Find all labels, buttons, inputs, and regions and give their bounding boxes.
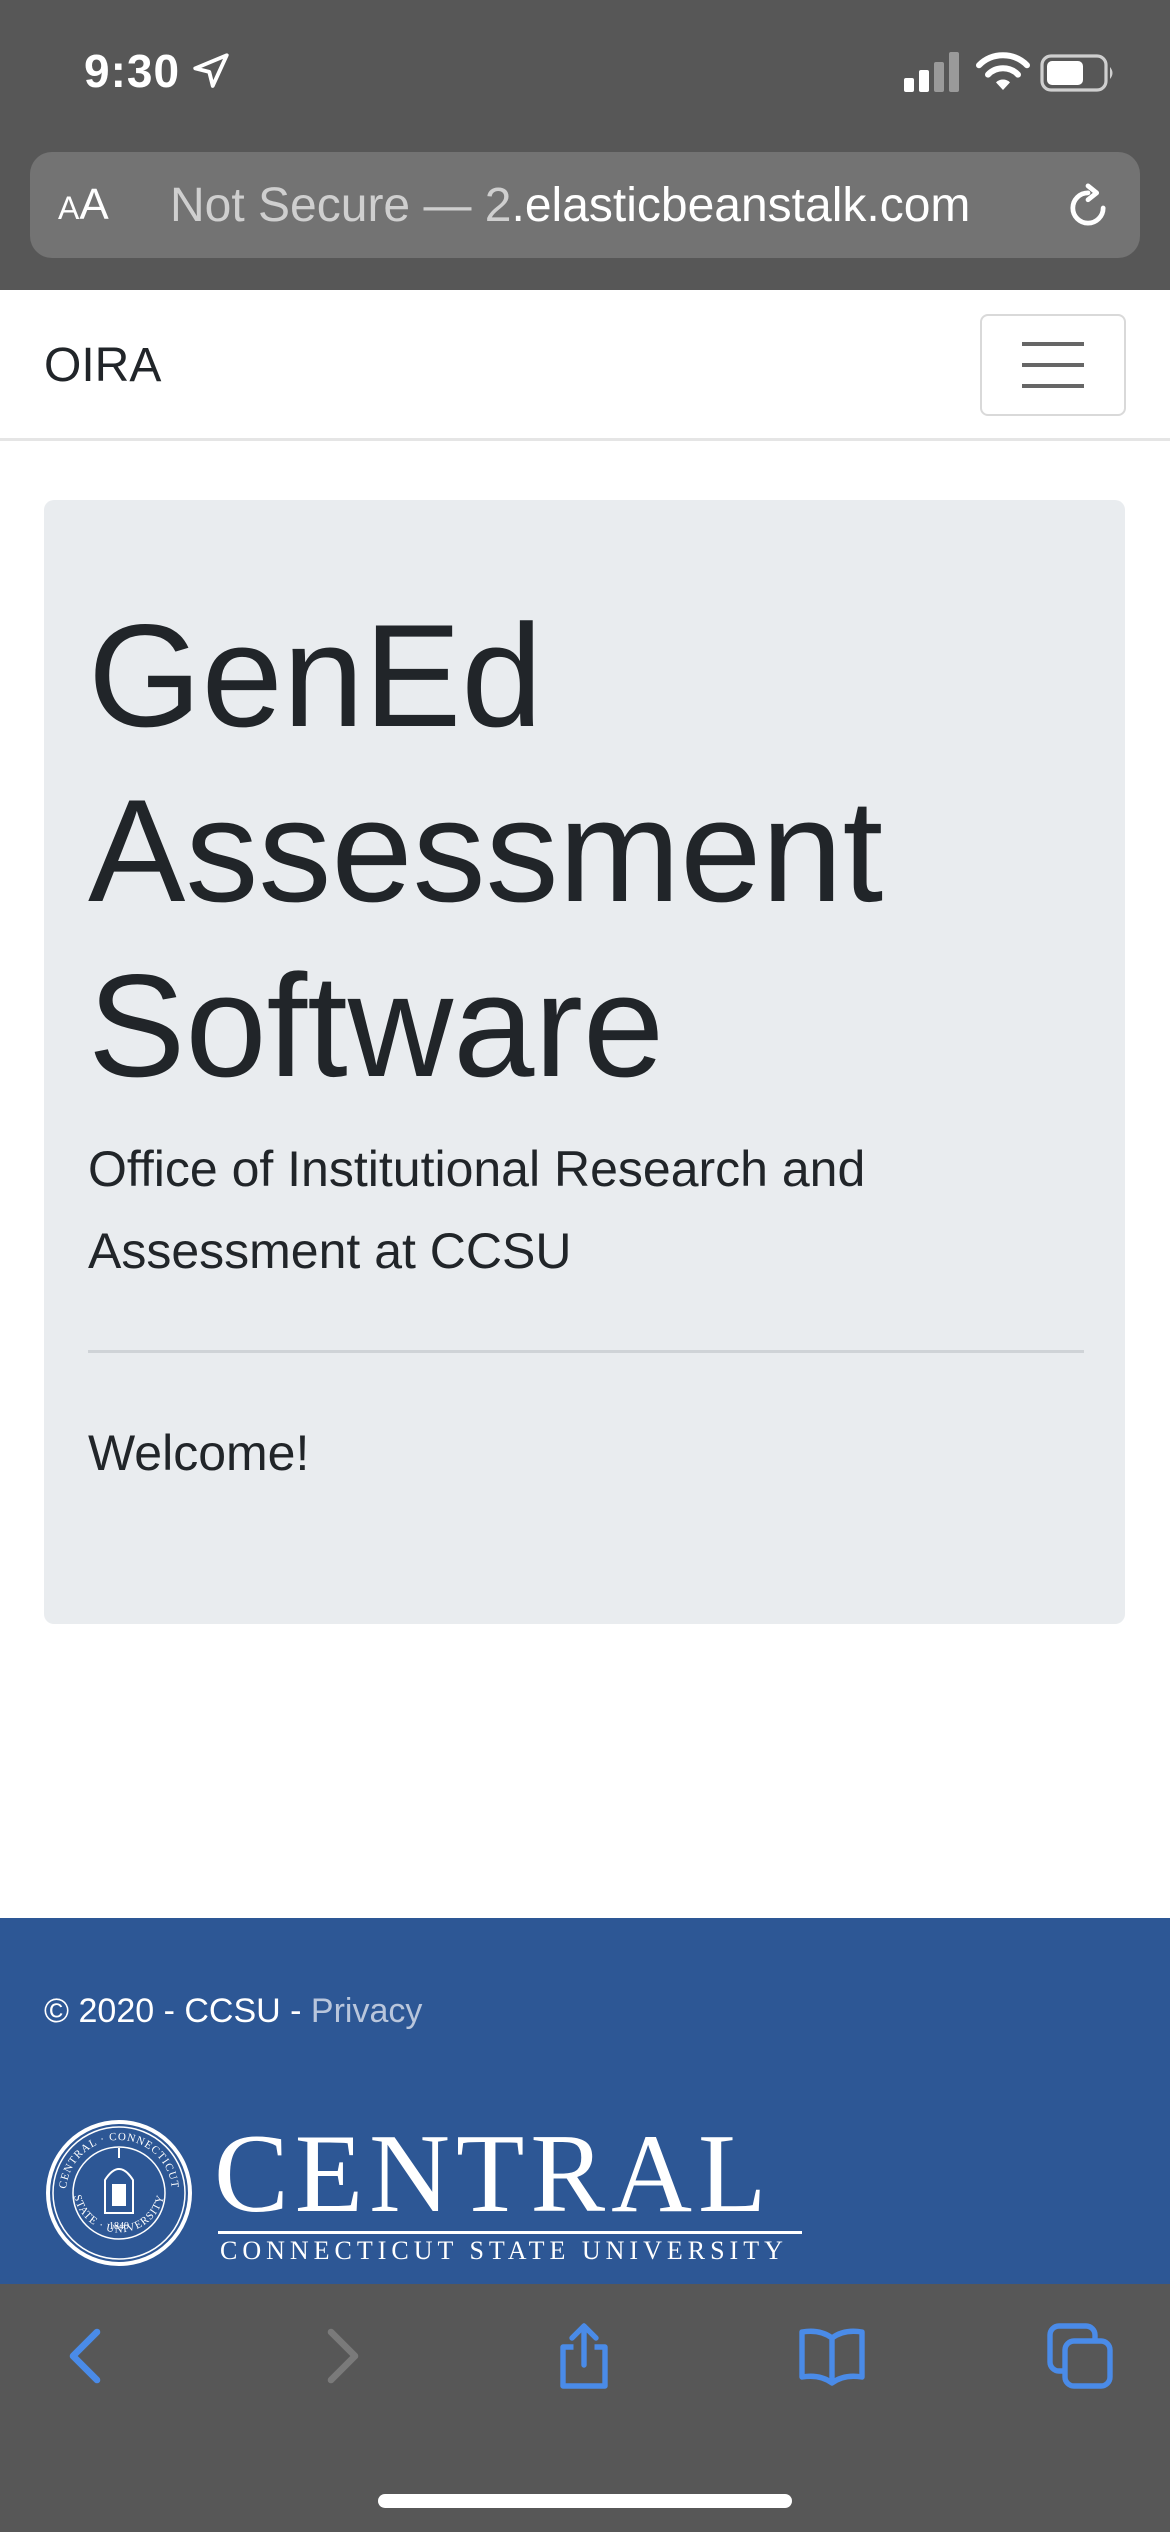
back-chevron-icon[interactable] bbox=[52, 2320, 124, 2392]
reader-aa-button[interactable]: AA bbox=[58, 180, 109, 230]
status-time: 9:30 bbox=[84, 45, 181, 97]
forward-chevron-icon bbox=[327, 2328, 359, 2384]
cellular-signal-icon bbox=[904, 52, 959, 92]
navbar-brand[interactable]: OIRA bbox=[44, 338, 161, 393]
bookmarks-icon[interactable] bbox=[796, 2320, 868, 2392]
university-seal-icon: CENTRAL · CONNECTICUT STATE · UNIVERSITY… bbox=[46, 2120, 192, 2266]
hamburger-menu-icon bbox=[1022, 342, 1084, 346]
hamburger-menu-icon bbox=[1022, 363, 1084, 367]
location-arrow-icon bbox=[193, 53, 229, 88]
page-title: GenEd Assessment Software bbox=[88, 594, 884, 1107]
welcome-text: Welcome! bbox=[88, 1425, 310, 1481]
tabs-icon[interactable] bbox=[1044, 2320, 1116, 2392]
home-indicator[interactable] bbox=[378, 2494, 792, 2508]
reload-icon[interactable] bbox=[1062, 182, 1114, 234]
hero-lead: Office of Institutional Research and Ass… bbox=[88, 1141, 866, 1279]
footer-copyright: © 2020 - CCSU - Privacy bbox=[44, 1992, 423, 2030]
site-footer: © 2020 - CCSU - Privacy CENTRAL · CONNEC… bbox=[0, 1918, 1170, 2284]
share-icon[interactable] bbox=[548, 2320, 620, 2392]
svg-text:1849: 1849 bbox=[109, 2221, 129, 2232]
divider bbox=[88, 1350, 1084, 1353]
battery-icon bbox=[1040, 54, 1113, 92]
university-wordmark-logo: CENTRAL CONNECTICUT STATE UNIVERSITY bbox=[214, 2118, 814, 2268]
site-navbar: OIRA bbox=[0, 290, 1170, 441]
address-field[interactable]: Not Secure — 2.elasticbeanstalk.com bbox=[170, 178, 970, 233]
hamburger-menu-icon bbox=[1022, 384, 1084, 388]
wifi-icon bbox=[976, 52, 1030, 90]
privacy-link[interactable]: Privacy bbox=[311, 1992, 422, 2030]
hero-jumbotron: GenEd Assessment Software Office of Inst… bbox=[44, 500, 1125, 1624]
navbar-toggle-button[interactable] bbox=[980, 314, 1126, 416]
